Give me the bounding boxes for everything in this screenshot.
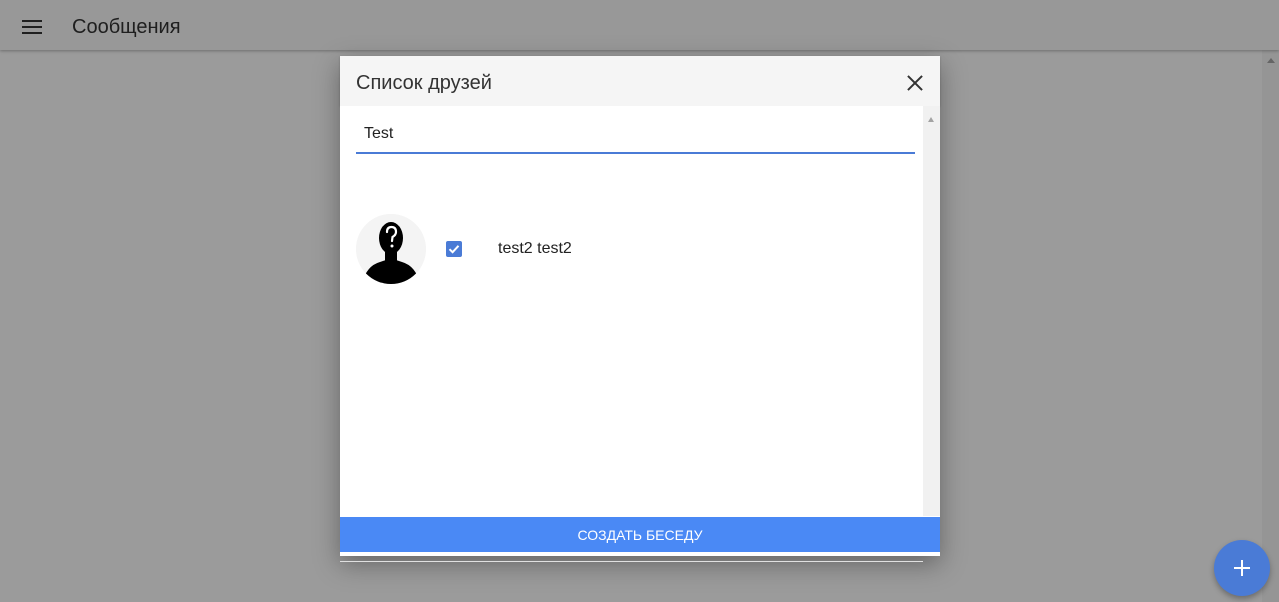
- anonymous-silhouette-avatar-icon: [356, 214, 426, 284]
- create-conversation-button[interactable]: СОЗДАТЬ БЕСЕДУ: [340, 517, 940, 552]
- avatar: [356, 214, 426, 284]
- dialog-scrollbar[interactable]: [923, 106, 940, 516]
- friends-list-dialog: Список друзей Test test2 test2 СОЗДАТЬ Б…: [340, 56, 940, 562]
- friend-list-item: test2 test2: [340, 214, 923, 286]
- dialog-bottom-edge: [340, 552, 940, 556]
- search-input[interactable]: [356, 116, 915, 154]
- dialog-header: Список друзей: [340, 56, 940, 106]
- dialog-title: Список друзей: [356, 72, 492, 94]
- close-icon[interactable]: [906, 74, 924, 92]
- dialog-body: test2 test2: [340, 106, 923, 562]
- divider: [340, 561, 923, 562]
- scroll-up-arrow-icon[interactable]: [928, 117, 934, 122]
- friend-name: test2 test2: [498, 240, 572, 257]
- friend-select-checkbox[interactable]: [446, 241, 462, 257]
- add-conversation-button[interactable]: [1214, 540, 1270, 596]
- checkmark-icon: [448, 245, 460, 254]
